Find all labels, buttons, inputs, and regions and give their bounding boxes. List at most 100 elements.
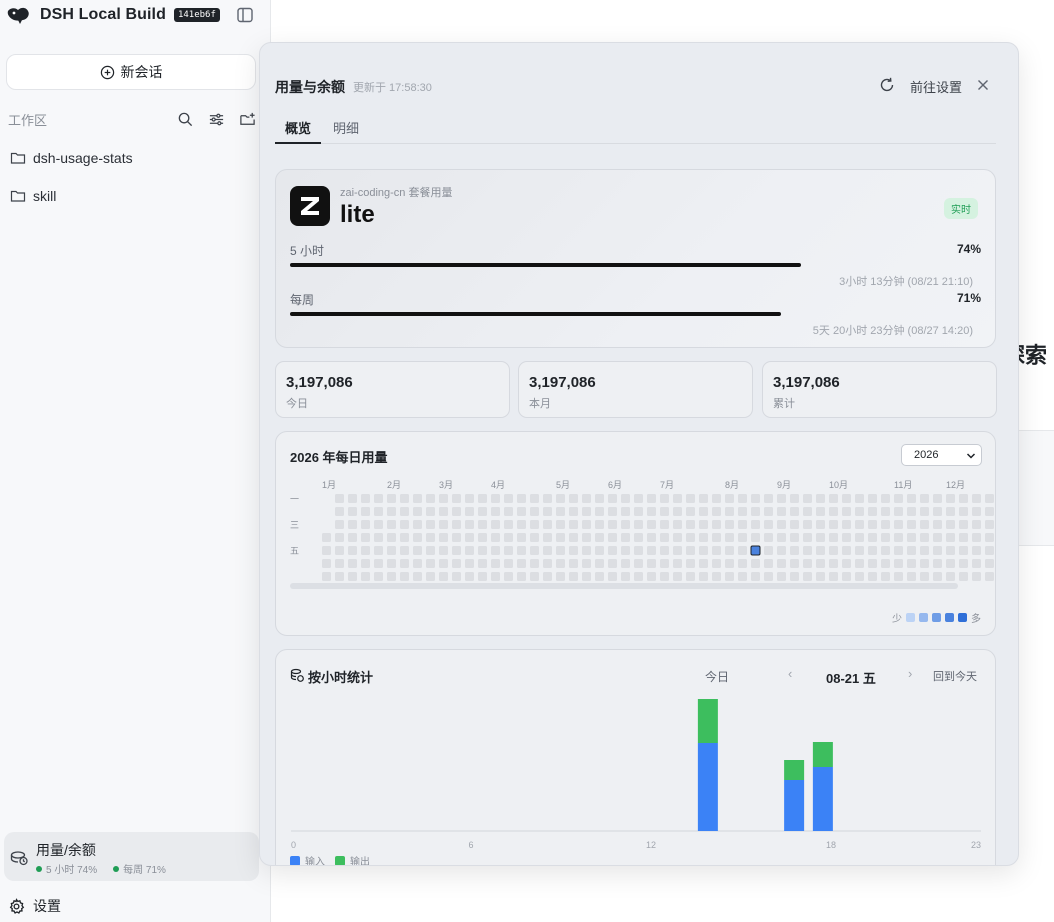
heatmap-cell[interactable] xyxy=(907,494,916,503)
settings-nav[interactable]: 设置 xyxy=(8,896,61,916)
heatmap-cell[interactable] xyxy=(608,533,617,542)
heatmap-cell[interactable] xyxy=(842,572,851,581)
heatmap-cell[interactable] xyxy=(946,546,955,555)
heatmap-cell[interactable] xyxy=(686,546,695,555)
heatmap-cell[interactable] xyxy=(647,507,656,516)
heatmap-cell[interactable] xyxy=(972,572,981,581)
bar-output[interactable] xyxy=(784,760,805,780)
heatmap-cell[interactable] xyxy=(907,520,916,529)
heatmap-cell[interactable] xyxy=(985,507,994,516)
heatmap-cell[interactable] xyxy=(660,546,669,555)
heatmap-cell[interactable] xyxy=(829,572,838,581)
heatmap-cell[interactable] xyxy=(959,494,968,503)
heatmap-cell[interactable] xyxy=(413,494,422,503)
refresh-icon[interactable] xyxy=(878,76,896,94)
heatmap-cell[interactable] xyxy=(634,507,643,516)
heatmap-cell[interactable] xyxy=(517,520,526,529)
heatmap-cell[interactable] xyxy=(348,572,357,581)
heatmap-cell[interactable] xyxy=(530,533,539,542)
heatmap-cell[interactable] xyxy=(868,546,877,555)
heatmap-cell[interactable] xyxy=(530,546,539,555)
heatmap-cell[interactable] xyxy=(387,559,396,568)
heatmap-cell[interactable] xyxy=(439,546,448,555)
heatmap-cell[interactable] xyxy=(582,572,591,581)
heatmap-cell[interactable] xyxy=(543,533,552,542)
heatmap-cell[interactable] xyxy=(959,572,968,581)
heatmap-cell[interactable] xyxy=(920,572,929,581)
heatmap-cell[interactable] xyxy=(504,559,513,568)
folder-item[interactable]: dsh-usage-stats xyxy=(10,147,133,169)
heatmap-cell[interactable] xyxy=(452,546,461,555)
heatmap-cell[interactable] xyxy=(569,520,578,529)
heatmap-cell[interactable] xyxy=(400,494,409,503)
heatmap-cell[interactable] xyxy=(426,494,435,503)
heatmap-cell[interactable] xyxy=(829,520,838,529)
heatmap-cell[interactable] xyxy=(452,507,461,516)
heatmap-cell[interactable] xyxy=(491,494,500,503)
heatmap-cell[interactable] xyxy=(816,520,825,529)
heatmap-cell[interactable] xyxy=(712,520,721,529)
heatmap-cell[interactable] xyxy=(816,494,825,503)
heatmap-cell[interactable] xyxy=(491,559,500,568)
heatmap-cell[interactable] xyxy=(725,507,734,516)
heatmap-cell[interactable] xyxy=(894,494,903,503)
heatmap-cell[interactable] xyxy=(478,520,487,529)
heatmap-cell[interactable] xyxy=(855,507,864,516)
heatmap-cell[interactable] xyxy=(816,572,825,581)
heatmap-cell[interactable] xyxy=(569,559,578,568)
heatmap-cell[interactable] xyxy=(413,559,422,568)
heatmap-cell[interactable] xyxy=(946,520,955,529)
heatmap-cell[interactable] xyxy=(387,546,396,555)
heatmap-cell[interactable] xyxy=(920,507,929,516)
heatmap-cell[interactable] xyxy=(582,494,591,503)
heatmap-cell[interactable] xyxy=(348,546,357,555)
heatmap-cell[interactable] xyxy=(764,533,773,542)
heatmap-cell[interactable] xyxy=(803,507,812,516)
heatmap-cell[interactable] xyxy=(816,533,825,542)
heatmap-cell[interactable] xyxy=(530,507,539,516)
heatmap-cell[interactable] xyxy=(790,533,799,542)
heatmap-cell[interactable] xyxy=(881,494,890,503)
heatmap-cell[interactable] xyxy=(491,520,500,529)
heatmap-cell[interactable] xyxy=(842,559,851,568)
heatmap-cell[interactable] xyxy=(855,546,864,555)
new-chat-button[interactable]: 新会话 xyxy=(6,54,256,90)
heatmap-scrollbar[interactable] xyxy=(290,583,958,589)
heatmap-cell[interactable] xyxy=(517,494,526,503)
heatmap-cell[interactable] xyxy=(647,572,656,581)
heatmap-cell[interactable] xyxy=(621,546,630,555)
heatmap-cell[interactable] xyxy=(660,572,669,581)
heatmap-cell[interactable] xyxy=(660,494,669,503)
heatmap-cell[interactable] xyxy=(530,494,539,503)
heatmap-cell[interactable] xyxy=(582,546,591,555)
heatmap-cell[interactable] xyxy=(829,533,838,542)
heatmap-cell[interactable] xyxy=(777,533,786,542)
heatmap-cell[interactable] xyxy=(699,572,708,581)
heatmap-cell[interactable] xyxy=(556,572,565,581)
heatmap-cell[interactable] xyxy=(686,559,695,568)
heatmap-cell[interactable] xyxy=(673,559,682,568)
heatmap-cell[interactable] xyxy=(478,546,487,555)
heatmap-cell[interactable] xyxy=(595,507,604,516)
heatmap-cell[interactable] xyxy=(348,494,357,503)
heatmap-cell[interactable] xyxy=(725,572,734,581)
heatmap-cell[interactable] xyxy=(400,546,409,555)
heatmap-cell[interactable] xyxy=(413,507,422,516)
heatmap-cell[interactable] xyxy=(894,546,903,555)
heatmap-cell[interactable] xyxy=(933,572,942,581)
heatmap-cell[interactable] xyxy=(712,572,721,581)
heatmap-cell[interactable] xyxy=(764,559,773,568)
heatmap-cell[interactable] xyxy=(595,520,604,529)
heatmap-cell[interactable] xyxy=(829,507,838,516)
heatmap-cell[interactable] xyxy=(777,507,786,516)
heatmap-cell[interactable] xyxy=(764,494,773,503)
heatmap-cell[interactable] xyxy=(439,533,448,542)
heatmap-cell[interactable] xyxy=(907,572,916,581)
heatmap-cell[interactable] xyxy=(543,520,552,529)
heatmap-cell[interactable] xyxy=(439,559,448,568)
heatmap-cell[interactable] xyxy=(361,494,370,503)
heatmap-cell[interactable] xyxy=(673,520,682,529)
heatmap-cell[interactable] xyxy=(595,494,604,503)
heatmap-cell[interactable] xyxy=(933,559,942,568)
heatmap-cell[interactable] xyxy=(790,546,799,555)
